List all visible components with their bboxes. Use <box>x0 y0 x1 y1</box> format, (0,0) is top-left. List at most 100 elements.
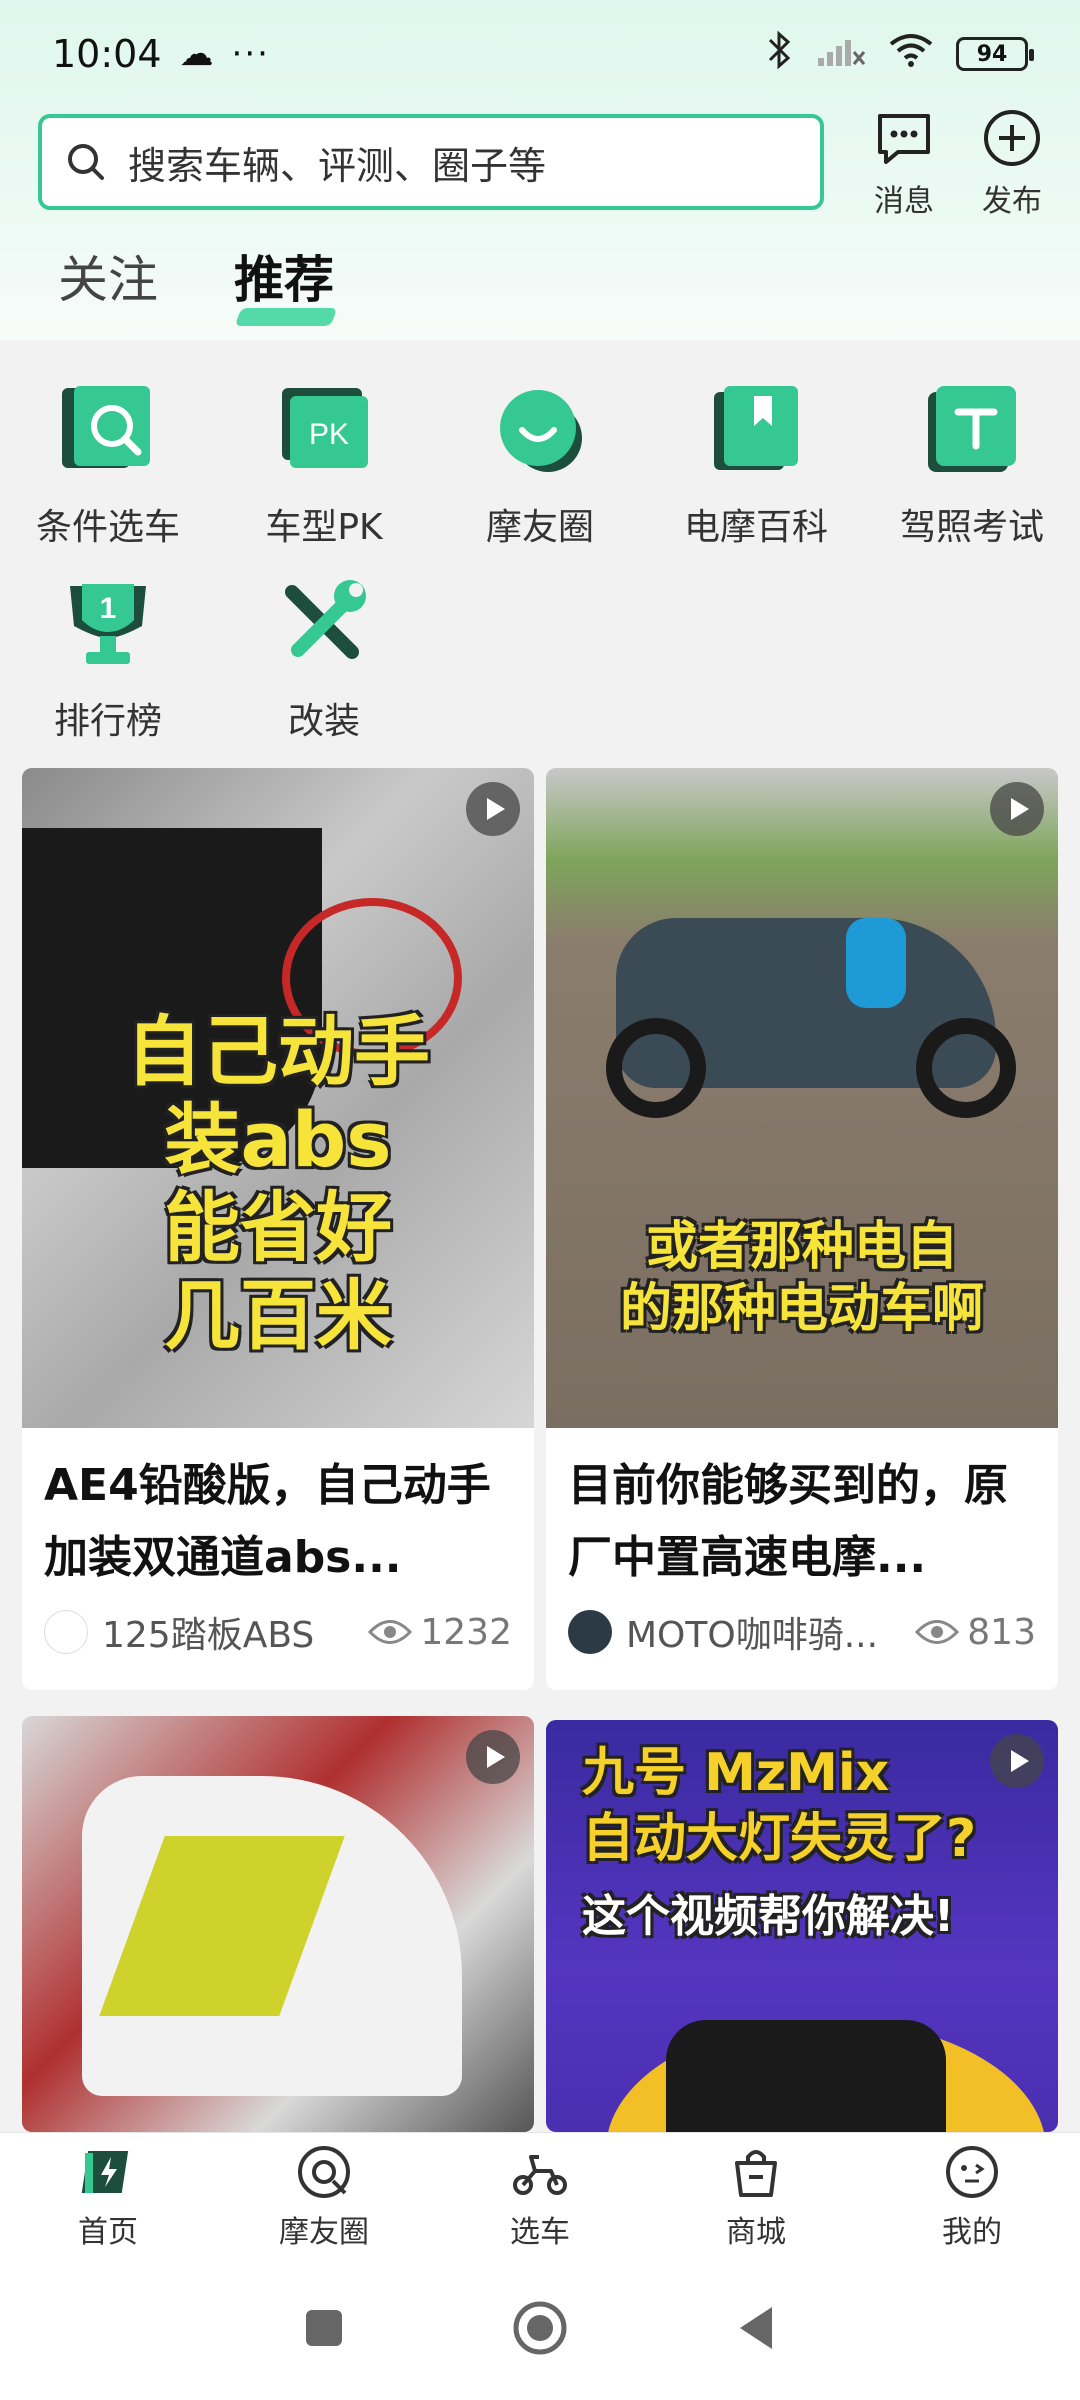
avatar <box>44 1610 88 1654</box>
nav-home[interactable]: 首页 <box>0 2133 216 2260</box>
view-count-value: 813 <box>967 1611 1036 1653</box>
feed-card[interactable]: 自己动手 装abs 能省好 几百米 AE4铅酸版，自己动手加装双通道abs...… <box>22 768 534 1690</box>
eye-icon <box>368 1620 413 1644</box>
play-icon <box>990 782 1044 836</box>
publish-button[interactable]: 发布 <box>962 108 1062 220</box>
svg-text:PK: PK <box>309 418 349 451</box>
caption-line: 自动大灯失灵了? <box>582 1809 977 1869</box>
feed-card[interactable]: 九号 MzMix 自动大灯失灵了? 这个视频帮你解决! <box>546 1720 1058 2132</box>
video-thumbnail: 或者那种电自 的那种电动车啊 <box>546 768 1058 1428</box>
thumbnail-caption: 九号 MzMix 自动大灯失灵了? 这个视频帮你解决! <box>546 1740 1058 1950</box>
feature-label: 改装 <box>287 701 360 742</box>
caption-line: 几百米 <box>164 1271 392 1360</box>
thumbnail-caption: 自己动手 装abs 能省好 几百米 <box>22 1008 534 1360</box>
video-thumbnail <box>22 1716 534 2132</box>
feature-license-exam[interactable]: 驾照考试 <box>864 382 1080 550</box>
license-icon <box>924 382 1020 478</box>
plus-circle-icon <box>984 110 1040 166</box>
svg-text:1: 1 <box>100 592 117 625</box>
search-icon <box>68 144 104 180</box>
view-count: 813 <box>915 1612 1036 1653</box>
card-title: AE4铅酸版，自己动手加装双通道abs... <box>44 1460 491 1583</box>
back-button[interactable] <box>736 2305 776 2355</box>
caption-line: 装abs <box>164 1095 392 1184</box>
avatar <box>568 1610 612 1654</box>
thumbnail-caption: 或者那种电自 的那种电动车啊 <box>546 1216 1058 1340</box>
caption-line: 或者那种电自 <box>645 1217 958 1277</box>
search-car-icon <box>60 382 156 478</box>
nav-mall[interactable]: 商城 <box>648 2133 864 2260</box>
more-notifications-icon: ··· <box>231 34 270 74</box>
play-icon <box>466 782 520 836</box>
recent-apps-button[interactable] <box>304 2308 344 2352</box>
search-placeholder: 搜索车辆、评测、圈子等 <box>128 143 547 188</box>
messages-button[interactable]: 消息 <box>854 108 954 220</box>
publish-label: 发布 <box>982 184 1042 219</box>
nav-label: 首页 <box>78 2214 138 2250</box>
tab-recommend-label: 推荐 <box>234 251 334 309</box>
status-bar: 10:04 ☁ ··· 94 <box>0 0 1080 108</box>
bluetooth-icon <box>764 30 794 79</box>
feed-card[interactable]: 或者那种电自 的那种电动车啊 目前你能够买到的，原厂中置高速电摩... MOTO… <box>546 768 1058 1690</box>
tab-recommend[interactable]: 推荐 <box>234 240 338 326</box>
chat-circle-icon <box>492 382 588 478</box>
bottom-nav: 首页 摩友圈 选车 商城 我的 <box>0 2132 1080 2260</box>
nav-label: 摩友圈 <box>279 2214 369 2250</box>
nav-label: 商城 <box>726 2214 786 2250</box>
feature-label: 条件选车 <box>35 507 180 548</box>
card-author: MOTO咖啡骑... <box>626 1615 879 1656</box>
book-icon <box>708 382 804 478</box>
eye-icon <box>915 1620 960 1644</box>
feature-label: 排行榜 <box>53 701 162 742</box>
profile-icon <box>946 2145 998 2198</box>
thumbnail-shape <box>606 1018 706 1118</box>
view-count-value: 1232 <box>420 1611 512 1653</box>
caption-line: 自己动手 <box>126 1007 430 1096</box>
nav-moto-circle[interactable]: 摩友圈 <box>216 2133 432 2260</box>
thumbnail-shape <box>916 1018 1016 1118</box>
feature-moto-circle[interactable]: 摩友圈 <box>432 382 648 550</box>
feature-ranking[interactable]: 1 排行榜 <box>0 576 216 744</box>
feed-card[interactable] <box>22 1716 534 2132</box>
nav-select-car[interactable]: 选车 <box>432 2133 648 2260</box>
nav-label: 选车 <box>510 2214 570 2250</box>
feed-tabs: 关注 推荐 <box>58 240 338 326</box>
feature-label: 电摩百科 <box>683 507 828 548</box>
video-thumbnail: 九号 MzMix 自动大灯失灵了? 这个视频帮你解决! <box>546 1720 1058 2132</box>
system-nav-bar <box>0 2260 1080 2400</box>
nav-profile[interactable]: 我的 <box>864 2133 1080 2260</box>
message-icon <box>878 114 930 164</box>
nav-label: 我的 <box>942 2214 1002 2250</box>
scooter-icon <box>513 2154 567 2195</box>
card-title: 目前你能够买到的，原厂中置高速电摩... <box>568 1460 1008 1583</box>
wrench-icon <box>276 576 372 672</box>
feature-encyclopedia[interactable]: 电摩百科 <box>648 382 864 550</box>
moto-circle-icon <box>298 2145 350 2198</box>
wifi-icon <box>888 32 934 77</box>
card-meta: MOTO咖啡骑... 813 <box>546 1592 1058 1672</box>
play-icon <box>466 1730 520 1784</box>
cellular-signal-icon <box>816 32 866 77</box>
tab-active-indicator <box>234 308 338 326</box>
messages-label: 消息 <box>874 184 934 219</box>
feature-condition-select[interactable]: 条件选车 <box>0 382 216 550</box>
view-count: 1232 <box>368 1612 512 1653</box>
battery-icon: 94 <box>956 37 1034 71</box>
trophy-icon: 1 <box>60 576 156 672</box>
card-meta: 125踏板ABS 1232 <box>22 1592 534 1672</box>
shopping-bag-icon <box>735 2149 777 2197</box>
video-thumbnail: 自己动手 装abs 能省好 几百米 <box>22 768 534 1428</box>
feature-label: 车型PK <box>265 507 383 548</box>
status-time: 10:04 <box>52 32 162 76</box>
feature-pk[interactable]: PK 车型PK <box>216 382 432 550</box>
card-author: 125踏板ABS <box>102 1615 315 1656</box>
feature-label: 摩友圈 <box>485 507 594 548</box>
cloud-icon: ☁ <box>179 34 214 74</box>
thumbnail-shape <box>666 2020 946 2132</box>
home-icon <box>81 2150 129 2193</box>
feature-modify[interactable]: 改装 <box>216 576 432 744</box>
tab-follow[interactable]: 关注 <box>58 240 158 312</box>
home-system-button[interactable] <box>511 2299 569 2361</box>
caption-line: 这个视频帮你解决! <box>582 1891 955 1942</box>
search-input[interactable]: 搜索车辆、评测、圈子等 <box>38 114 824 210</box>
